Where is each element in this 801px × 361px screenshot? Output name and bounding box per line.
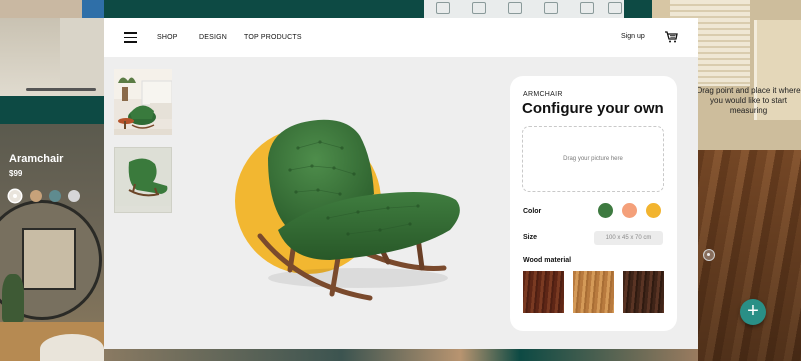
color-option-peach[interactable] xyxy=(622,203,637,218)
ar-anchor-point[interactable] xyxy=(703,249,715,261)
bg-room-photo-top-left xyxy=(0,0,110,18)
wood-option-oak[interactable] xyxy=(573,271,614,313)
slider-bar xyxy=(26,88,96,91)
side-swatch-1[interactable] xyxy=(9,190,21,202)
wood-option-mahogany[interactable] xyxy=(523,271,564,313)
thumbnail-room[interactable] xyxy=(114,69,172,135)
bg-room-photo-left xyxy=(0,18,104,96)
configurator-window: SHOP DESIGN TOP PRODUCTS Sign up ARMCHAI… xyxy=(104,18,698,349)
size-label: Size xyxy=(523,234,538,241)
color-label: Color xyxy=(523,208,542,215)
side-swatch-3[interactable] xyxy=(49,190,61,202)
side-swatch-2[interactable] xyxy=(30,190,42,202)
size-value[interactable]: 100 x 45 x 70 cm xyxy=(594,231,663,245)
bg-strip xyxy=(0,96,104,124)
thumbnail-chair[interactable] xyxy=(114,147,172,213)
nav-design[interactable]: DESIGN xyxy=(199,34,227,41)
panel-title: Configure your own xyxy=(522,100,664,117)
wood-option-walnut[interactable] xyxy=(623,271,664,313)
add-button[interactable]: + xyxy=(740,299,766,325)
wood-material-label: Wood material xyxy=(523,257,572,264)
nav-top-products[interactable]: TOP PRODUCTS xyxy=(244,34,302,41)
ar-hint-text: Drag point and place it where you would … xyxy=(696,86,801,115)
signup-link[interactable]: Sign up xyxy=(621,33,645,40)
top-nav: SHOP DESIGN TOP PRODUCTS Sign up xyxy=(104,18,698,57)
hamburger-icon[interactable] xyxy=(124,32,137,43)
color-option-yellow[interactable] xyxy=(646,203,661,218)
color-option-green[interactable] xyxy=(598,203,613,218)
dropzone-text: Drag your picture here xyxy=(563,156,623,162)
bg-strip-bottom xyxy=(104,349,698,361)
configurator-panel: ARMCHAIR Configure your own Drag your pi… xyxy=(510,76,677,331)
armchair-image xyxy=(257,119,460,301)
bg-strip-top xyxy=(104,0,424,18)
side-swatch-4[interactable] xyxy=(68,190,80,202)
product-category: ARMCHAIR xyxy=(523,91,563,98)
image-dropzone[interactable]: Drag your picture here xyxy=(522,126,664,192)
cart-icon[interactable] xyxy=(664,30,678,44)
side-card-price: $99 xyxy=(9,169,23,178)
furniture-icon-strip xyxy=(424,0,624,18)
side-card-title: Aramchair xyxy=(9,153,64,165)
nav-shop[interactable]: SHOP xyxy=(157,34,178,41)
